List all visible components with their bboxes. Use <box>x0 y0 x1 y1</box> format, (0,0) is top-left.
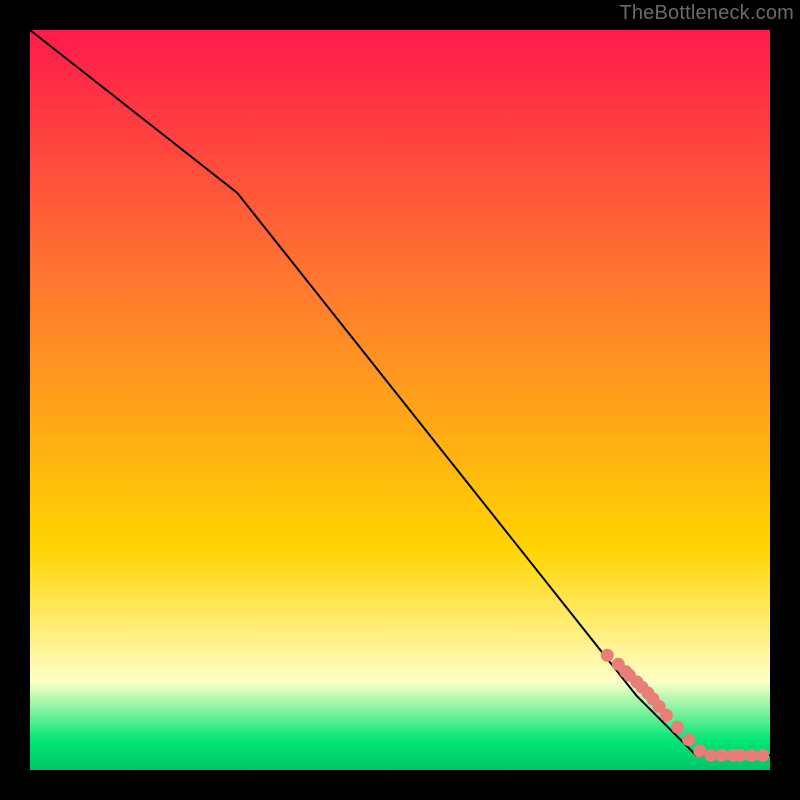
chart-svg <box>30 30 770 770</box>
marker-point <box>734 749 747 762</box>
marker-point <box>601 649 614 662</box>
watermark-text: TheBottleneck.com <box>619 2 794 25</box>
marker-point <box>682 733 695 746</box>
marker-point <box>756 749 769 762</box>
marker-point <box>715 749 728 762</box>
marker-point <box>660 709 673 722</box>
marker-point <box>693 744 706 757</box>
plot-area <box>30 30 770 770</box>
chart-frame: TheBottleneck.com <box>0 0 800 800</box>
marker-point <box>704 749 717 762</box>
gradient-background <box>30 30 770 770</box>
marker-point <box>671 721 684 734</box>
marker-point <box>745 749 758 762</box>
